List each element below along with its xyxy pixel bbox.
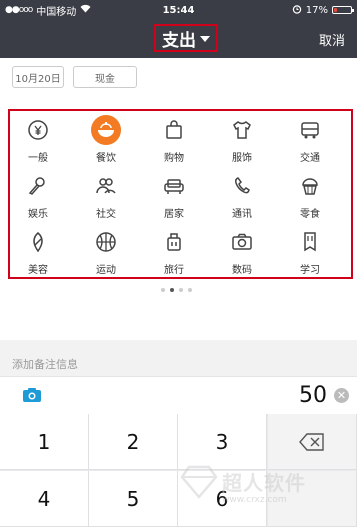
category-label: 通讯 [232,209,252,220]
amount-value: 50 [299,383,327,408]
bookmark-icon [295,227,325,257]
key-5[interactable]: 5 [89,471,178,527]
camera-icon [227,227,257,257]
category-label: 购物 [164,153,184,164]
people-icon [91,171,121,201]
category-item[interactable]: 学习 [285,227,335,283]
backspace-icon [299,432,324,451]
watermark: 超人软件 www.crxz.com [180,465,350,520]
amount-row: 50 ✕ [0,376,357,414]
leaf-icon [23,227,53,257]
chevron-down-icon [200,36,210,42]
cupcake-icon [295,171,325,201]
category-item[interactable]: 零食 [285,171,335,227]
category-label: 运动 [96,265,116,276]
watermark-text: 超人软件 [222,471,306,495]
category-label: 数码 [232,265,252,276]
category-label: 餐饮 [96,153,116,164]
battery-level [334,8,337,12]
sofa-icon [159,171,189,201]
diamond-logo-icon [180,465,218,499]
date-button[interactable]: 10月20日 [12,66,64,88]
category-label: 旅行 [164,265,184,276]
category-label: 美容 [28,265,48,276]
category-item[interactable]: 通讯 [217,171,267,227]
note-placeholder[interactable]: 添加备注信息 [12,356,78,372]
coin-icon [23,115,53,145]
category-item[interactable]: 餐饮 [81,115,131,171]
phone-icon [227,171,257,201]
category-item[interactable]: 一般 [13,115,63,171]
watermark-url: www.crxz.com [222,495,287,505]
battery-percent: 17% [305,4,328,16]
category-label: 服饰 [232,153,252,164]
camera-icon[interactable] [22,387,42,403]
category-item[interactable]: 数码 [217,227,267,283]
category-label: 学习 [300,265,320,276]
category-label: 零食 [300,209,320,220]
page-dot [161,288,165,292]
page-dot [188,288,192,292]
category-label: 社交 [96,209,116,220]
signal-indicator: ●●ooo [5,5,33,15]
account-button[interactable]: 现金 [73,66,137,88]
key-4[interactable]: 4 [0,471,89,527]
status-time: 15:44 [162,4,195,16]
type-selector[interactable]: 支出 [154,24,218,52]
status-bar: ●●ooo 中国移动 15:44 17% [0,0,357,20]
key-2[interactable]: 2 [89,414,178,470]
page-dot [179,288,183,292]
bus-icon [295,115,325,145]
wifi-icon [80,4,91,16]
basketball-icon [91,227,121,257]
category-label: 居家 [164,209,184,220]
filter-bar: 10月20日 现金 [0,58,357,108]
category-grid: 一般 餐饮 购物 服饰 交通娱乐 社交 居家 通讯 零食美容 运动 旅行 数码 学习 [8,109,353,279]
category-item[interactable]: 运动 [81,227,131,283]
battery-icon [332,6,354,14]
key-3[interactable]: 3 [178,414,267,470]
shopping-bag-icon [159,115,189,145]
category-item[interactable]: 旅行 [149,227,199,283]
key-1[interactable]: 1 [0,414,89,470]
luggage-icon [159,227,189,257]
category-item[interactable]: 交通 [285,115,335,171]
nav-bar: 支出 取消 [0,20,357,58]
shirt-icon [227,115,257,145]
bowl-icon [91,115,121,145]
category-item[interactable]: 服饰 [217,115,267,171]
page-indicator [161,288,192,292]
microphone-icon [23,171,53,201]
nav-title: 支出 [162,30,196,51]
category-label: 交通 [300,153,320,164]
category-item[interactable]: 娱乐 [13,171,63,227]
page-dot [170,288,174,292]
category-panel: 一般 餐饮 购物 服饰 交通娱乐 社交 居家 通讯 零食美容 运动 旅行 数码 学习 [0,108,357,340]
category-item[interactable]: 居家 [149,171,199,227]
category-label: 一般 [28,153,48,164]
cancel-button[interactable]: 取消 [319,30,345,49]
category-item[interactable]: 美容 [13,227,63,283]
category-item[interactable]: 社交 [81,171,131,227]
carrier-label: 中国移动 [36,6,77,18]
backspace-key[interactable] [268,414,357,470]
category-label: 娱乐 [28,209,48,220]
category-item[interactable]: 购物 [149,115,199,171]
clear-icon[interactable]: ✕ [334,388,349,403]
alarm-icon [292,4,302,17]
